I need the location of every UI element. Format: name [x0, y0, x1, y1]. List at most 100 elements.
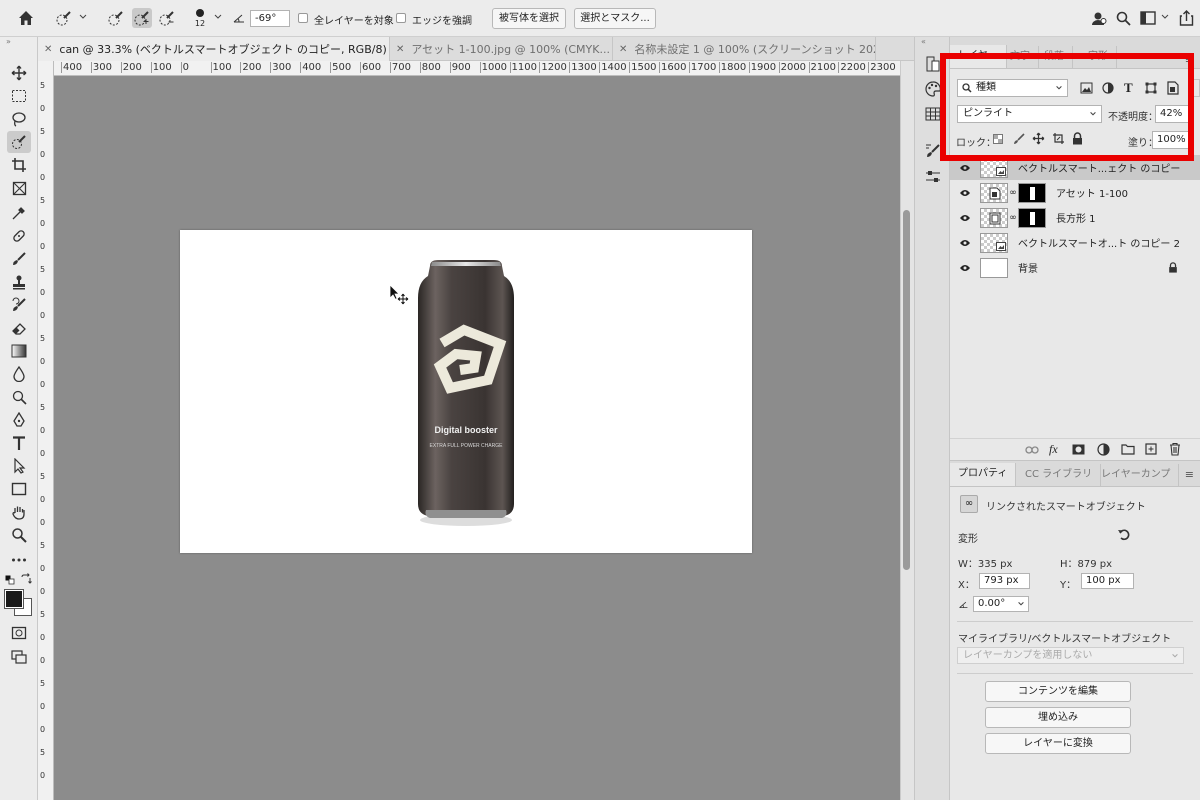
x-position-input[interactable]: 793 px — [979, 573, 1030, 589]
ruler-label: 5 — [40, 610, 46, 619]
object-type-label: リンクされたスマートオブジェクト — [986, 502, 1146, 513]
eye-icon[interactable] — [950, 239, 980, 247]
layer-thumbnail — [980, 182, 1008, 203]
workspace-icon[interactable] — [1138, 8, 1158, 28]
chevron-down-icon — [1172, 654, 1178, 658]
foreground-color-swatch[interactable] — [4, 589, 24, 609]
collapse-icon[interactable]: » — [6, 37, 11, 46]
tab-can[interactable]: ✕ can @ 33.3% (ベクトルスマートオブジェクト のコピー, RGB/… — [38, 37, 390, 61]
home-icon[interactable] — [16, 8, 36, 28]
quick-mask-icon[interactable] — [7, 622, 31, 644]
adjustments-icon[interactable] — [923, 167, 943, 187]
eye-icon[interactable] — [950, 264, 980, 272]
layer-row[interactable]: ベクトルスマートオ...ト のコピー 2 — [950, 230, 1200, 255]
layer-mask-thumbnail[interactable] — [1018, 207, 1046, 228]
scrollbar-thumb[interactable] — [903, 210, 910, 570]
gradient-tool-icon[interactable] — [7, 340, 31, 362]
zoom-tool-icon[interactable] — [7, 524, 31, 546]
select-and-mask-button[interactable]: 選択とマスク... — [574, 8, 656, 29]
swap-colors-icon[interactable] — [20, 573, 32, 585]
reset-transform-icon[interactable] — [1117, 528, 1130, 541]
close-icon[interactable]: ✕ — [44, 44, 52, 55]
tab-cc-libraries[interactable]: CC ライブラリ — [1017, 464, 1102, 486]
eyedropper-tool-icon[interactable] — [7, 202, 31, 224]
adjustment-layer-icon[interactable] — [1097, 443, 1110, 456]
quick-selection-preset-icon[interactable] — [54, 8, 74, 28]
layer-row[interactable]: ∞ アセット 1-100 — [950, 180, 1200, 205]
share-icon[interactable] — [1176, 8, 1196, 28]
ruler-label: 2100 — [808, 62, 836, 73]
crop-tool-icon[interactable] — [7, 154, 31, 176]
vertical-ruler[interactable]: 5 0 5 0 0 5 0 0 5 0 0 5 0 0 5 0 0 5 0 0 5 0 0 5 0 0 5 0 0 5 0 — [38, 61, 54, 800]
embed-button[interactable]: 埋め込み — [985, 707, 1131, 728]
link-chain-icon[interactable]: ∞ — [1008, 188, 1018, 198]
dodge-tool-icon[interactable] — [7, 386, 31, 408]
user-search-icon[interactable] — [1089, 8, 1109, 28]
blur-tool-icon[interactable] — [7, 363, 31, 385]
sample-all-layers-checkbox[interactable] — [298, 13, 308, 23]
angle-input[interactable]: -69° — [250, 10, 290, 27]
add-mask-icon[interactable] — [1072, 444, 1085, 455]
horizontal-ruler[interactable]: 400 300 200 100 0 100 200 300 400 500 600 700 800 900… — [54, 61, 900, 76]
convert-to-layers-button[interactable]: レイヤーに変換 — [985, 733, 1131, 754]
trash-icon[interactable] — [1169, 442, 1181, 456]
layer-mask-thumbnail[interactable] — [1018, 182, 1046, 203]
eraser-tool-icon[interactable] — [7, 317, 31, 339]
lock-icon[interactable] — [1168, 262, 1178, 273]
edit-contents-button[interactable]: コンテンツを編集 — [985, 681, 1131, 702]
close-icon[interactable]: ✕ — [619, 44, 627, 55]
brush-tool-icon[interactable] — [7, 248, 31, 270]
layer-row[interactable]: 背景 — [950, 255, 1200, 280]
ruler-label: 800 — [419, 62, 441, 73]
chevron-down-icon[interactable] — [1160, 12, 1170, 22]
new-layer-icon[interactable] — [1145, 443, 1157, 455]
hand-tool-icon[interactable] — [7, 501, 31, 523]
folder-icon[interactable] — [1121, 444, 1135, 455]
new-selection-icon[interactable] — [106, 8, 126, 28]
collapse-icon[interactable]: « — [921, 37, 926, 46]
options-bar: 12 -69° 全レイヤーを対象 エッジを強調 被写体を選択 選択とマスク... — [0, 0, 1200, 37]
default-colors-icon[interactable] — [5, 575, 15, 585]
add-to-selection-icon[interactable] — [132, 8, 152, 28]
tab-properties[interactable]: プロパティ — [950, 463, 1017, 486]
rotation-input[interactable]: 0.00° — [973, 596, 1029, 612]
type-tool-icon[interactable] — [7, 432, 31, 454]
chevron-down-icon — [1018, 602, 1024, 606]
eye-icon[interactable] — [950, 164, 980, 172]
eye-icon[interactable] — [950, 189, 980, 197]
close-icon[interactable]: ✕ — [396, 44, 404, 55]
rectangle-tool-icon[interactable] — [7, 478, 31, 500]
screen-mode-icon[interactable] — [7, 646, 31, 668]
ruler-label: 0 — [40, 357, 46, 366]
search-icon[interactable] — [1113, 8, 1133, 28]
chevron-down-icon[interactable] — [78, 12, 88, 22]
pen-tool-icon[interactable] — [7, 409, 31, 431]
panel-menu-icon[interactable]: ≡ — [1185, 468, 1194, 481]
link-chain-icon[interactable]: ∞ — [1008, 213, 1018, 223]
layer-row[interactable]: ∞ 長方形 1 — [950, 205, 1200, 230]
brush-size-picker[interactable]: 12 — [193, 7, 207, 31]
stamp-tool-icon[interactable] — [7, 271, 31, 293]
quick-selection-tool-icon[interactable] — [7, 131, 31, 153]
tab-asset[interactable]: ✕ アセット 1-100.jpg @ 100% (CMYK... — [390, 37, 613, 61]
lasso-tool-icon[interactable] — [7, 108, 31, 130]
eye-icon[interactable] — [950, 214, 980, 222]
enhance-edge-checkbox[interactable] — [396, 13, 406, 23]
more-tools-icon[interactable] — [7, 549, 31, 571]
marquee-tool-icon[interactable] — [7, 85, 31, 107]
history-brush-tool-icon[interactable] — [7, 294, 31, 316]
select-subject-button[interactable]: 被写体を選択 — [492, 8, 566, 29]
move-tool-icon[interactable] — [7, 62, 31, 84]
layer-comp-select[interactable]: レイヤーカンプを適用しない — [957, 647, 1184, 664]
link-layers-icon[interactable] — [1025, 444, 1039, 456]
tab-untitled[interactable]: ✕ 名称未設定 1 @ 100% (スクリーンショット 202... — [613, 37, 876, 61]
smart-object-badge-icon — [996, 241, 1006, 251]
y-position-input[interactable]: 100 px — [1081, 573, 1134, 589]
frame-tool-icon[interactable] — [7, 177, 31, 199]
fx-icon[interactable]: fx — [1049, 442, 1058, 457]
chevron-down-icon[interactable] — [213, 12, 223, 22]
healing-brush-tool-icon[interactable] — [7, 225, 31, 247]
subtract-from-selection-icon[interactable] — [157, 8, 177, 28]
tab-layer-comps[interactable]: レイヤーカンプ — [1093, 464, 1180, 486]
path-selection-tool-icon[interactable] — [7, 455, 31, 477]
